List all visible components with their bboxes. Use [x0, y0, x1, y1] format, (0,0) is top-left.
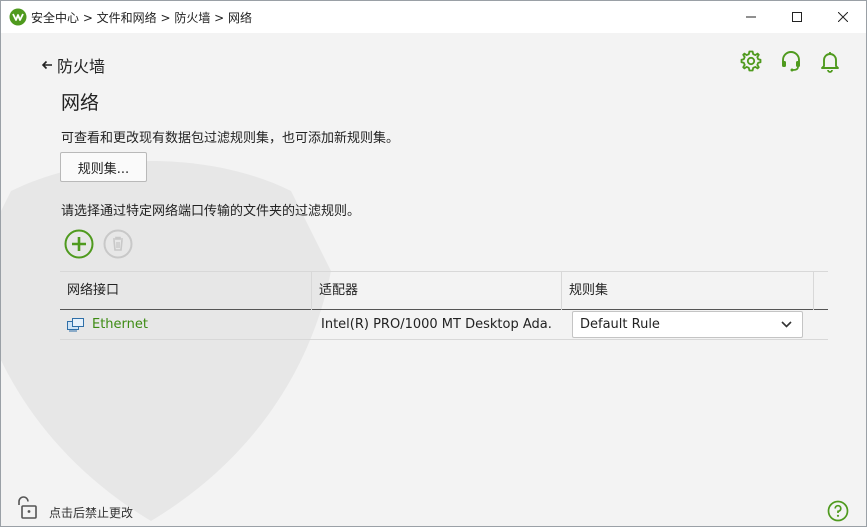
bell-icon[interactable] [817, 48, 843, 74]
adapter-cell: Intel(R) PRO/1000 MT Desktop Ada... [321, 317, 551, 332]
column-header-interface[interactable]: 网络接口 [60, 272, 312, 310]
ruleset-select[interactable]: Default Rule [572, 311, 803, 338]
table-row[interactable]: Ethernet Intel(R) PRO/1000 MT Desktop Ad… [60, 310, 828, 340]
window-title: 安全中心 > 文件和网络 > 防火墙 > 网络 [31, 11, 253, 25]
table-header: 网络接口 适配器 规则集 [60, 271, 828, 310]
page-title: 网络 [61, 92, 100, 114]
column-header-adapter[interactable]: 适配器 [312, 272, 562, 310]
rulesets-button[interactable]: 规则集... [60, 152, 147, 182]
back-link[interactable]: 防火墙 [41, 53, 105, 77]
arrow-left-icon [41, 60, 52, 70]
app-window: 安全中心 > 文件和网络 > 防火墙 > 网络 防火墙 网络 可查看和更改现有数… [0, 0, 867, 527]
close-button[interactable] [820, 1, 866, 33]
close-icon [838, 12, 848, 22]
network-adapter-icon [67, 318, 84, 332]
maximize-button[interactable] [774, 1, 820, 33]
app-logo-icon [9, 8, 27, 26]
ruleset-select-value: Default Rule [580, 317, 660, 332]
plus-circle-icon[interactable] [64, 229, 94, 259]
unlocked-lock-icon[interactable] [15, 495, 41, 521]
interface-cell: Ethernet [67, 310, 307, 340]
headset-icon[interactable] [778, 48, 804, 74]
gear-icon[interactable] [738, 48, 764, 74]
help-icon[interactable] [827, 500, 849, 522]
back-link-label: 防火墙 [57, 57, 106, 76]
chevron-down-icon [781, 321, 792, 328]
column-header-ruleset[interactable]: 规则集 [562, 272, 814, 310]
minimize-button[interactable] [728, 1, 774, 33]
title-bar: 安全中心 > 文件和网络 > 防火墙 > 网络 [1, 1, 866, 33]
page-description: 可查看和更改现有数据包过滤规则集，也可添加新规则集。 [61, 131, 400, 146]
minimize-icon [746, 16, 756, 18]
rules-hint: 请选择通过特定网络端口传输的文件夹的过滤规则。 [61, 204, 361, 219]
interface-name[interactable]: Ethernet [92, 310, 148, 340]
interfaces-table: 网络接口 适配器 规则集 Ethernet Intel(R) PRO/1000 … [60, 271, 828, 340]
lock-hint[interactable]: 点击后禁止更改 [49, 504, 133, 521]
trash-icon[interactable] [103, 229, 133, 259]
maximize-icon [792, 12, 802, 22]
